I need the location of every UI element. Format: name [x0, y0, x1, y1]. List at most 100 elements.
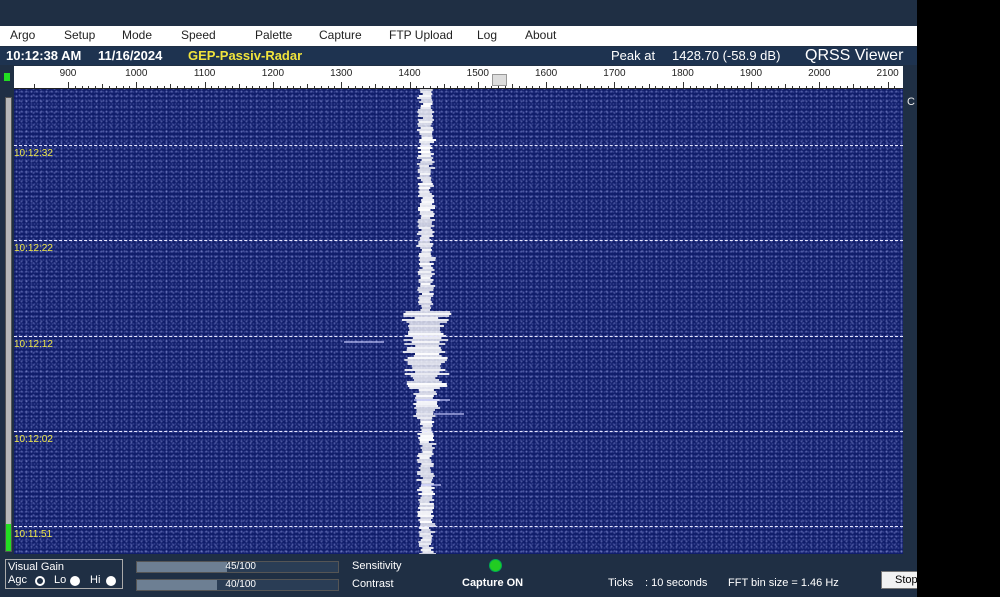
signal-segment [418, 259, 436, 261]
ruler-tick-mark [470, 86, 472, 88]
menu-setup[interactable]: Setup [64, 28, 95, 42]
ruler-tick-label: 1200 [261, 68, 285, 79]
signal-segment [421, 153, 434, 155]
contrast-slider[interactable]: 40/100 [136, 579, 339, 591]
ruler-tick-mark [771, 86, 773, 88]
ruler-tick-mark [757, 86, 759, 88]
signal-segment [419, 175, 430, 177]
ruler-tick-mark [170, 84, 172, 88]
ruler-tick-mark [621, 86, 623, 88]
signal-segment [407, 385, 448, 387]
signal-segment [417, 221, 432, 223]
signal-segment [402, 351, 446, 353]
signal-segment [422, 451, 433, 453]
signal-segment [421, 201, 435, 203]
capture-status-led[interactable] [489, 559, 502, 572]
signal-segment [422, 267, 433, 269]
ruler-tick-mark [184, 86, 186, 88]
signal-segment [404, 343, 446, 345]
ruler-tick-mark [307, 84, 309, 88]
signal-segment [417, 417, 433, 419]
signal-segment [422, 293, 434, 295]
ruler-tick-mark [409, 82, 411, 88]
signal-segment [417, 115, 433, 117]
menu-speed[interactable]: Speed [181, 28, 216, 42]
signal-segment [415, 353, 440, 355]
lo-radio[interactable] [70, 576, 80, 586]
signal-segment [408, 333, 444, 335]
signal-segment [417, 111, 435, 113]
signal-sideband [434, 413, 464, 415]
signal-segment [416, 479, 433, 481]
stop-button[interactable]: Stop [881, 571, 917, 589]
app-brand: QRSS Viewer [805, 47, 904, 64]
ruler-tick-mark [436, 86, 438, 88]
signal-segment [409, 329, 440, 331]
menu-palette[interactable]: Palette [255, 28, 292, 42]
ruler-tick-mark [805, 86, 807, 88]
signal-segment [419, 213, 435, 215]
ruler-slider-handle[interactable] [492, 74, 507, 86]
signal-segment [420, 91, 432, 93]
signal-segment [421, 179, 431, 181]
ruler-tick-mark [416, 86, 418, 88]
menu-log[interactable]: Log [477, 28, 497, 42]
ruler-tick-mark [587, 86, 589, 88]
signal-segment [417, 225, 435, 227]
visual-gain-title: Visual Gain [8, 561, 65, 573]
signal-segment [419, 185, 434, 187]
signal-segment [422, 181, 432, 183]
current-date: 11/16/2024 [98, 48, 163, 63]
signal-segment [420, 523, 436, 525]
info-bar: 10:12:38 AM 11/16/2024 GEP-Passiv-Radar … [0, 47, 917, 65]
signal-segment [418, 113, 432, 115]
spectrogram-waterfall[interactable]: 10:12:32 10:12:22 10:12:12 10:12:02 10:11:51 [14, 89, 903, 554]
ruler-tick-mark [382, 86, 384, 88]
signal-segment [417, 171, 431, 173]
sensitivity-slider[interactable]: 45/100 [136, 561, 339, 573]
ruler-tick-mark [279, 86, 281, 88]
signal-segment [405, 311, 451, 313]
signal-segment [419, 257, 436, 259]
hi-radio[interactable] [106, 576, 116, 586]
ruler-tick-mark [95, 86, 97, 88]
ruler-tick-mark [266, 86, 268, 88]
agc-radio[interactable] [35, 576, 45, 586]
signal-segment [419, 295, 434, 297]
menu-argo[interactable]: Argo [10, 28, 35, 42]
ruler-tick-mark [88, 86, 90, 88]
ruler-tick-mark [867, 86, 869, 88]
signal-segment [416, 395, 434, 397]
frequency-ruler[interactable]: 900 1000 1100 1200 1300 1400 1500 1600 1700 1800 1… [14, 66, 903, 89]
signal-segment [418, 207, 435, 209]
ruler-tick-mark [546, 82, 548, 88]
ruler-tick-mark [102, 84, 104, 88]
menu-capture[interactable]: Capture [319, 28, 362, 42]
ruler-tick-mark [218, 86, 220, 88]
ruler-tick-mark [573, 86, 575, 88]
signal-segment [421, 449, 433, 451]
signal-segment [419, 203, 433, 205]
ruler-tick-mark [225, 86, 227, 88]
signal-segment [413, 415, 436, 417]
menu-mode[interactable]: Mode [122, 28, 152, 42]
signal-segment [417, 511, 433, 513]
sensitivity-label: Sensitivity [352, 560, 402, 572]
menu-ftp-upload[interactable]: FTP Upload [389, 28, 453, 42]
signal-segment [419, 521, 432, 523]
signal-segment [418, 541, 432, 543]
ruler-tick-mark [122, 86, 124, 88]
ruler-tick-mark [108, 86, 110, 88]
sensitivity-value: 45/100 [225, 561, 256, 572]
ruler-tick-mark [272, 82, 274, 88]
menu-about[interactable]: About [525, 28, 556, 42]
signal-segment [418, 219, 436, 221]
signal-segment [417, 287, 434, 289]
level-meter [5, 97, 12, 552]
ruler-tick-mark [443, 84, 445, 88]
signal-segment [415, 345, 439, 347]
signal-segment [403, 315, 450, 317]
ruler-tick-mark [238, 84, 240, 88]
ruler-tick-mark [115, 86, 117, 88]
ticks-label: Ticks [608, 577, 634, 589]
